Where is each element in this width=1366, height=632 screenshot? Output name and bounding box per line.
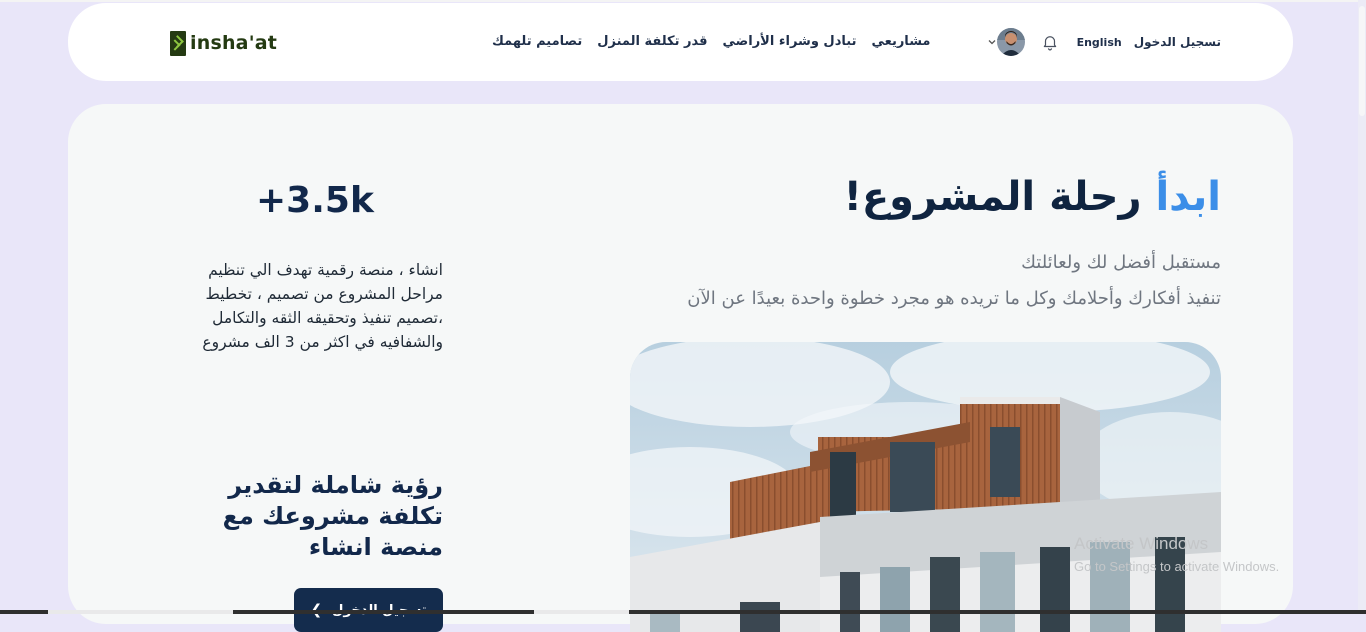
taskbar-item[interactable]: [48, 610, 233, 614]
hero-title-accent: ابدأ: [1155, 174, 1221, 220]
top-edge: [0, 0, 1366, 2]
hero-building-image: [630, 342, 1221, 632]
logo[interactable]: insha'at: [170, 30, 277, 56]
nav-link-designs[interactable]: تصاميم تلهمك: [492, 34, 582, 49]
avatar[interactable]: [996, 28, 1025, 56]
header-actions: تسجيل الدخول English: [982, 28, 1221, 56]
activate-windows-subtitle: Go to Settings to activate Windows.: [1074, 559, 1280, 574]
scrollbar-thumb[interactable]: [1359, 6, 1365, 116]
activate-windows-title: Activate Windows: [1074, 534, 1209, 553]
platform-description: انشاء ، منصة رقمية تهدف الي تنظيم مراحل …: [202, 260, 443, 351]
navbar: insha'at مشاريعي تبادل وشراء الأراضي قدر…: [68, 3, 1293, 81]
bell-icon[interactable]: [1041, 33, 1059, 51]
scrollbar[interactable]: [1358, 0, 1366, 614]
nav-link-cost-estimate[interactable]: قدر تكلفة المنزل: [597, 34, 707, 49]
hero-subtitle: مستقبل أفضل لك ولعائلتك: [1021, 252, 1221, 273]
hero-title: ابدأ رحلة المشروع!: [844, 174, 1221, 220]
logo-text: insha'at: [190, 32, 278, 54]
taskbar-item[interactable]: [534, 610, 629, 614]
language-switch[interactable]: English: [1077, 36, 1122, 49]
main-nav: مشاريعي تبادل وشراء الأراضي قدر تكلفة ال…: [492, 34, 930, 49]
hero-subtitle-2: تنفيذ أفكارك وأحلامك وكل ما تريده هو مجر…: [687, 288, 1221, 309]
login-link[interactable]: تسجيل الدخول: [1134, 35, 1221, 49]
projects-count: +3.5k: [256, 180, 374, 221]
vision-heading: رؤية شاملة لتقدير تكلفة مشروعك مع منصة ا…: [222, 471, 443, 561]
hero-title-rest: رحلة المشروع!: [843, 174, 1142, 220]
nav-link-land-exchange[interactable]: تبادل وشراء الأراضي: [723, 34, 857, 49]
nav-link-my-projects[interactable]: مشاريعي: [871, 34, 930, 49]
logo-mark-icon: [170, 30, 186, 56]
chevron-down-icon[interactable]: [987, 37, 997, 47]
